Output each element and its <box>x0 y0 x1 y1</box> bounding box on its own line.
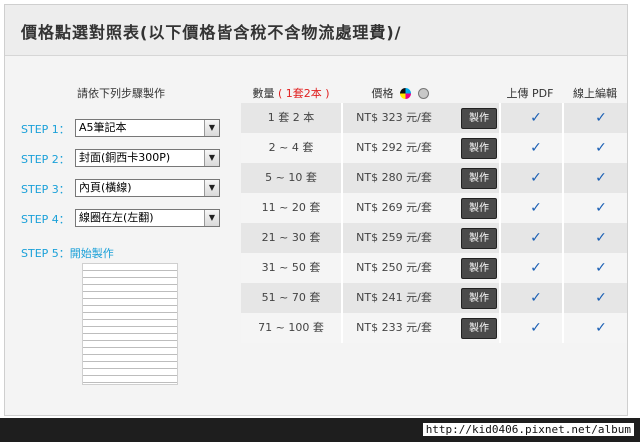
make-button[interactable]: 製作 <box>461 168 497 189</box>
column-divider <box>499 103 501 343</box>
chevron-down-icon[interactable]: ▼ <box>204 150 219 166</box>
step-5-label: STEP 5： <box>21 247 70 260</box>
checkmark-icon: ✓ <box>530 200 542 216</box>
row-qty: 11 ~ 20 套 <box>261 201 321 214</box>
footer-bar: http://kid0406.pixnet.net/album <box>0 418 640 442</box>
row-price: NT$ 241 元/套 <box>356 291 432 304</box>
row-qty: 2 ~ 4 套 <box>268 141 314 154</box>
checkmark-icon: ✓ <box>530 140 542 156</box>
make-button[interactable]: 製作 <box>461 318 497 339</box>
inner-page-select-value: 內頁(橫線) <box>79 181 132 194</box>
page-title: 價格點選對照表(以下價格皆含稅不含物流處理費)/ <box>21 23 402 42</box>
table-row: 31 ~ 50 套 NT$ 250 元/套 製作 ✓ ✓ <box>241 253 627 283</box>
cover-select[interactable]: 封面(銅西卡300P) ▼ <box>75 149 220 167</box>
edit-header: 線上編輯 <box>573 87 617 100</box>
checkmark-icon: ✓ <box>530 170 542 186</box>
make-button[interactable]: 製作 <box>461 198 497 219</box>
chevron-down-icon[interactable]: ▼ <box>204 210 219 226</box>
checkmark-icon: ✓ <box>530 320 542 336</box>
cmyk-color-icon[interactable] <box>400 88 411 99</box>
checkmark-icon: ✓ <box>595 230 607 246</box>
price-header-label: 價格 <box>371 87 394 100</box>
checkmark-icon: ✓ <box>595 260 607 276</box>
row-qty: 71 ~ 100 套 <box>258 321 324 334</box>
product-select-value: A5筆記本 <box>79 121 127 134</box>
checkmark-icon: ✓ <box>530 230 542 246</box>
row-price: NT$ 280 元/套 <box>356 171 432 184</box>
checkmark-icon: ✓ <box>595 320 607 336</box>
make-button[interactable]: 製作 <box>461 288 497 309</box>
grayscale-icon[interactable] <box>417 88 429 99</box>
row-price: NT$ 250 元/套 <box>356 261 432 274</box>
step-4-label: STEP 4： <box>21 213 70 226</box>
table-row: 71 ~ 100 套 NT$ 233 元/套 製作 ✓ ✓ <box>241 313 627 343</box>
inner-page-select[interactable]: 內頁(橫線) ▼ <box>75 179 220 197</box>
price-table: 1 套 2 本 NT$ 323 元/套 製作 ✓ ✓ 2 ~ 4 套 NT$ 2… <box>241 103 627 343</box>
steps-header: 請依下列步驟製作 <box>77 87 165 100</box>
row-price: NT$ 292 元/套 <box>356 141 432 154</box>
checkmark-icon: ✓ <box>595 140 607 156</box>
row-price: NT$ 323 元/套 <box>356 111 432 124</box>
checkmark-icon: ✓ <box>595 200 607 216</box>
start-making-link[interactable]: 開始製作 <box>70 247 114 260</box>
table-row: 1 套 2 本 NT$ 323 元/套 製作 ✓ ✓ <box>241 103 627 133</box>
row-price: NT$ 233 元/套 <box>356 321 432 334</box>
watermark-url: http://kid0406.pixnet.net/album <box>422 423 634 436</box>
table-row: 51 ~ 70 套 NT$ 241 元/套 製作 ✓ ✓ <box>241 283 627 313</box>
checkmark-icon: ✓ <box>530 290 542 306</box>
price-panel: 價格點選對照表(以下價格皆含稅不含物流處理費)/ 請依下列步驟製作 STEP 1… <box>4 4 628 416</box>
table-row: 2 ~ 4 套 NT$ 292 元/套 製作 ✓ ✓ <box>241 133 627 163</box>
make-button[interactable]: 製作 <box>461 108 497 129</box>
make-button[interactable]: 製作 <box>461 228 497 249</box>
table-row: 21 ~ 30 套 NT$ 259 元/套 製作 ✓ ✓ <box>241 223 627 253</box>
cover-select-value: 封面(銅西卡300P) <box>79 151 171 164</box>
checkmark-icon: ✓ <box>595 290 607 306</box>
row-qty: 5 ~ 10 套 <box>265 171 317 184</box>
chevron-down-icon[interactable]: ▼ <box>204 120 219 136</box>
make-button[interactable]: 製作 <box>461 258 497 279</box>
price-header: 價格 <box>345 85 455 101</box>
row-qty: 51 ~ 70 套 <box>261 291 321 304</box>
checkmark-icon: ✓ <box>530 260 542 276</box>
pdf-header: 上傳 PDF <box>506 87 554 100</box>
checkmark-icon: ✓ <box>530 110 542 126</box>
step-5: STEP 5：開始製作 <box>21 245 114 261</box>
title-bar: 價格點選對照表(以下價格皆含稅不含物流處理費)/ <box>5 5 627 56</box>
checkmark-icon: ✓ <box>595 110 607 126</box>
step-3-label: STEP 3： <box>21 183 70 196</box>
binding-select-value: 線圈在左(左翻) <box>79 211 154 224</box>
row-qty: 31 ~ 50 套 <box>261 261 321 274</box>
step-1-label: STEP 1： <box>21 123 70 136</box>
table-row: 5 ~ 10 套 NT$ 280 元/套 製作 ✓ ✓ <box>241 163 627 193</box>
column-divider <box>562 103 564 343</box>
row-price: NT$ 259 元/套 <box>356 231 432 244</box>
step-2-label: STEP 2： <box>21 153 70 166</box>
qty-header-label: 數量 <box>252 87 275 100</box>
column-divider <box>341 103 343 343</box>
qty-header: 數量 ( 1套2本 ) <box>241 85 341 101</box>
table-row: 11 ~ 20 套 NT$ 269 元/套 製作 ✓ ✓ <box>241 193 627 223</box>
notebook-preview <box>82 263 178 385</box>
make-button[interactable]: 製作 <box>461 138 497 159</box>
product-select[interactable]: A5筆記本 ▼ <box>75 119 220 137</box>
row-price: NT$ 269 元/套 <box>356 201 432 214</box>
qty-header-note: ( 1套2本 ) <box>277 87 330 100</box>
row-qty: 1 套 2 本 <box>267 111 315 124</box>
row-qty: 21 ~ 30 套 <box>261 231 321 244</box>
chevron-down-icon[interactable]: ▼ <box>204 180 219 196</box>
checkmark-icon: ✓ <box>595 170 607 186</box>
binding-select[interactable]: 線圈在左(左翻) ▼ <box>75 209 220 227</box>
